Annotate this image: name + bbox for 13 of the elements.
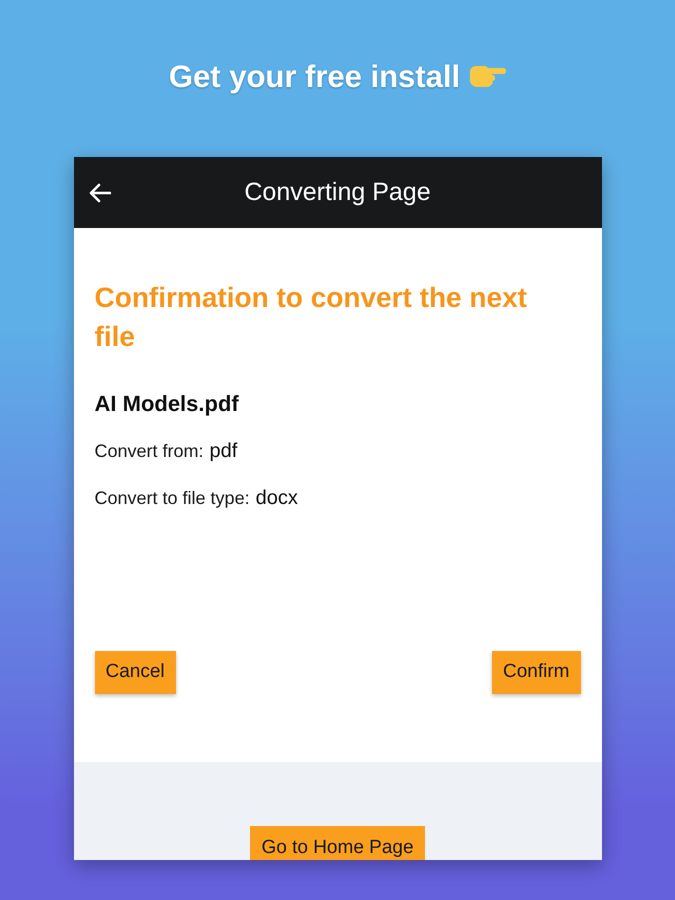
field-label: Convert from: bbox=[94, 440, 204, 463]
promo-headline: Get your free install bbox=[168, 60, 460, 92]
cancel-button[interactable]: Cancel bbox=[94, 651, 176, 694]
confirmation-heading: Confirmation to convert the next file bbox=[94, 281, 528, 354]
home-page-button[interactable]: Go to Home Page bbox=[250, 826, 425, 860]
back-arrow-icon[interactable] bbox=[88, 182, 110, 202]
field-value: docx bbox=[256, 487, 298, 510]
app-bar-title: Converting Page bbox=[244, 180, 431, 205]
field-value: pdf bbox=[210, 440, 238, 463]
pointing-hand-icon bbox=[468, 63, 506, 89]
confirm-button[interactable]: Confirm bbox=[492, 651, 580, 694]
file-name: AI Models.pdf bbox=[94, 391, 239, 417]
field-label: Convert to file type: bbox=[94, 487, 250, 510]
